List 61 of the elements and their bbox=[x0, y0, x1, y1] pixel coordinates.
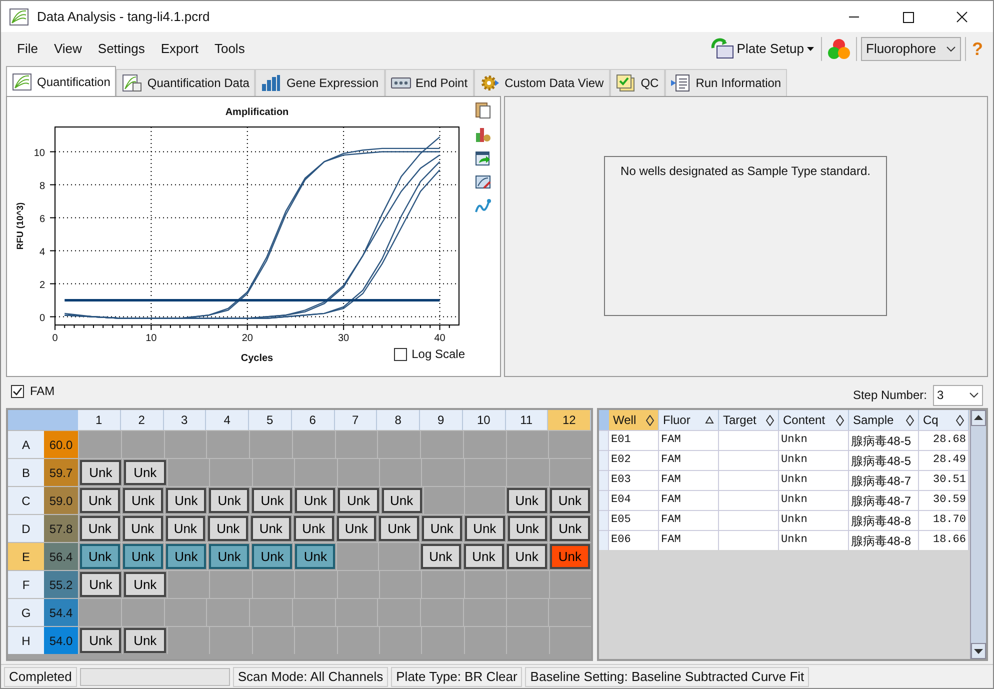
table-cell: E01 bbox=[609, 431, 659, 450]
table-cell: E03 bbox=[609, 471, 659, 490]
table-cell: E06 bbox=[609, 531, 659, 550]
status-text: Completed bbox=[4, 666, 77, 686]
table-cell: Unkn bbox=[779, 511, 849, 530]
table-cell: 腺病毒48-7 bbox=[849, 471, 919, 490]
table-cell: 腺病毒48-8 bbox=[849, 511, 919, 530]
temperature-cell: 60.0 bbox=[44, 431, 78, 458]
temperature-cell: 56.4 bbox=[44, 543, 78, 570]
temperature-cell: 54.0 bbox=[44, 627, 78, 654]
no-standards-message: No wells designated as Sample Type standard. bbox=[620, 164, 870, 178]
table-cell: 28.68 bbox=[919, 431, 969, 450]
table-cell: Unkn bbox=[779, 451, 849, 470]
table-cell: 18.70 bbox=[919, 511, 969, 530]
table-cell: FAM bbox=[659, 431, 719, 450]
y-tick-label: 4 bbox=[39, 246, 45, 258]
temperature-cell: 57.8 bbox=[44, 515, 78, 542]
table-cell: Unkn bbox=[779, 431, 849, 450]
y-tick-label: 10 bbox=[34, 148, 45, 159]
x-tick-label: 0 bbox=[52, 333, 58, 344]
y-tick-label: 2 bbox=[39, 280, 45, 291]
table-cell: Unkn bbox=[779, 471, 849, 490]
table-cell: 30.59 bbox=[919, 491, 969, 510]
temperature-cell: 59.0 bbox=[44, 487, 78, 514]
table-cell: FAM bbox=[659, 531, 719, 550]
table-cell: 腺病毒48-5 bbox=[849, 451, 919, 470]
scan-mode-text: Scan Mode: All Channels bbox=[232, 666, 388, 686]
x-tick-label: 10 bbox=[146, 333, 157, 344]
table-cell: Unkn bbox=[779, 531, 849, 550]
table-cell: FAM bbox=[659, 471, 719, 490]
baseline-setting-text: Baseline Setting: Baseline Subtracted Curve Fit bbox=[525, 666, 810, 686]
table-cell: E02 bbox=[609, 451, 659, 470]
plate-type-text: Plate Type: BR Clear bbox=[391, 666, 522, 686]
table-cell: 腺病毒48-8 bbox=[849, 531, 919, 550]
table-cell: 28.49 bbox=[919, 451, 969, 470]
y-tick-label: 0 bbox=[39, 312, 45, 324]
table-cell: 30.51 bbox=[919, 471, 969, 490]
table-cell: 18.66 bbox=[919, 531, 969, 550]
window-title: Data Analysis - tang-li4.1.pcrd bbox=[37, 8, 210, 26]
y-tick-label: 6 bbox=[39, 214, 45, 225]
table-cell: FAM bbox=[659, 491, 719, 510]
y-axis-title: RFU (10^3) bbox=[15, 202, 25, 250]
table-cell: 腺病毒48-5 bbox=[849, 431, 919, 450]
x-tick-label: 40 bbox=[434, 333, 446, 344]
table-cell: Unkn bbox=[779, 491, 849, 510]
temperature-cell: 59.7 bbox=[44, 459, 78, 486]
x-tick-label: 20 bbox=[242, 333, 253, 344]
table-cell: FAM bbox=[659, 511, 719, 530]
log-scale-label: Log Scale bbox=[412, 346, 465, 363]
x-axis-title: Cycles bbox=[240, 353, 274, 364]
table-cell: E04 bbox=[609, 491, 659, 510]
fam-label: FAM bbox=[30, 383, 55, 400]
table-cell: E05 bbox=[609, 511, 659, 530]
temperature-cell: 55.2 bbox=[44, 571, 78, 598]
temperature-cell: 54.4 bbox=[44, 599, 78, 626]
x-tick-label: 30 bbox=[338, 333, 350, 344]
table-cell: FAM bbox=[659, 451, 719, 470]
table-cell: 腺病毒48-7 bbox=[849, 491, 919, 510]
step-number-label: Step Number: bbox=[852, 387, 927, 404]
chart-title: Amplification bbox=[225, 107, 289, 118]
y-tick-label: 8 bbox=[39, 180, 45, 192]
